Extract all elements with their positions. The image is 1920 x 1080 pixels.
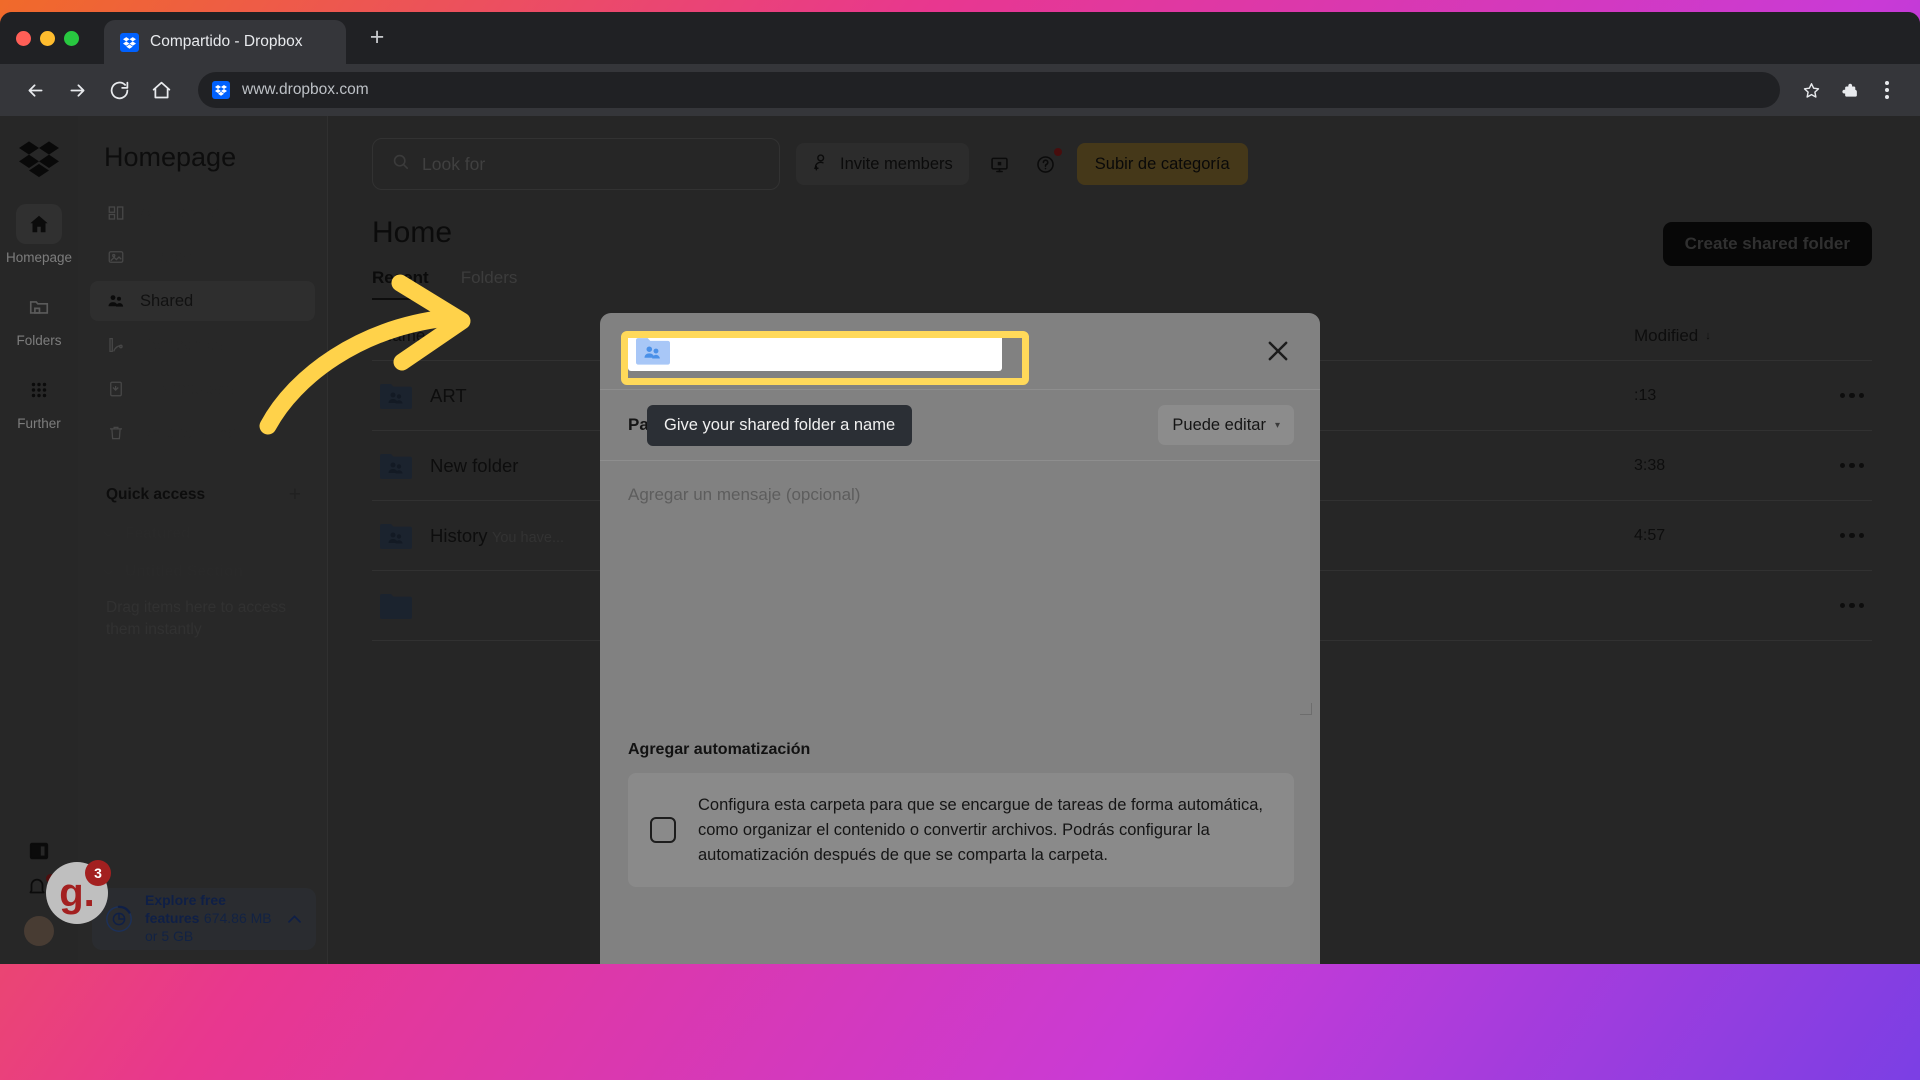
message-placeholder: Agregar un mensaje (opcional) <box>628 485 861 504</box>
forward-arrow-icon[interactable] <box>58 71 96 109</box>
browser-tab-title: Compartido - Dropbox <box>150 33 303 50</box>
automation-checkbox[interactable] <box>650 817 676 844</box>
close-icon[interactable] <box>1264 337 1292 365</box>
shared-folder-icon <box>636 337 670 365</box>
maximize-window-button[interactable] <box>64 31 79 46</box>
browser-window: Compartido - Dropbox + www.dropbox.com H… <box>0 12 1920 964</box>
share-folder-modal: Give your shared folder a name Para: Cor… <box>600 313 1320 964</box>
dropbox-favicon-icon <box>120 32 139 52</box>
notification-badge-count: 3 <box>85 860 111 886</box>
browser-toolbar: www.dropbox.com <box>0 64 1920 116</box>
folder-name-input[interactable] <box>628 331 1002 371</box>
message-textarea[interactable]: Agregar un mensaje (opcional) <box>600 461 1320 721</box>
address-bar[interactable]: www.dropbox.com <box>198 72 1780 108</box>
minimize-window-button[interactable] <box>40 31 55 46</box>
chevron-down-icon: ▾ <box>1274 419 1280 431</box>
star-icon[interactable] <box>1794 73 1828 107</box>
close-window-button[interactable] <box>16 31 31 46</box>
puzzle-icon[interactable] <box>1832 73 1866 107</box>
reload-icon[interactable] <box>100 71 138 109</box>
dropbox-app: Homepage Folders Further Homepage All th… <box>0 116 1920 964</box>
browser-tab[interactable]: Compartido - Dropbox <box>104 20 346 64</box>
home-icon[interactable] <box>142 71 180 109</box>
new-tab-button[interactable]: + <box>362 24 392 54</box>
browser-tabstrip: Compartido - Dropbox + <box>0 12 1920 64</box>
grammarly-logo[interactable]: g. 3 <box>46 860 111 924</box>
address-bar-url: www.dropbox.com <box>242 81 369 98</box>
automation-title: Agregar automatización <box>628 741 811 758</box>
tooltip: Give your shared folder a name <box>647 405 913 446</box>
permission-value: Puede editar <box>1172 415 1266 434</box>
back-arrow-icon[interactable] <box>16 71 54 109</box>
site-favicon-icon <box>212 81 230 99</box>
automation-description: Configura esta carpeta para que se encar… <box>698 796 1264 864</box>
window-traffic-lights <box>16 31 79 46</box>
automation-section: Agregar automatización Configura esta ca… <box>600 721 1320 888</box>
kebab-menu-icon[interactable] <box>1870 73 1904 107</box>
automation-card[interactable]: Configura esta carpeta para que se encar… <box>628 773 1294 888</box>
resize-handle[interactable] <box>1300 703 1312 715</box>
modal-header <box>600 313 1320 389</box>
permission-dropdown[interactable]: Puede editar ▾ <box>1158 405 1294 445</box>
